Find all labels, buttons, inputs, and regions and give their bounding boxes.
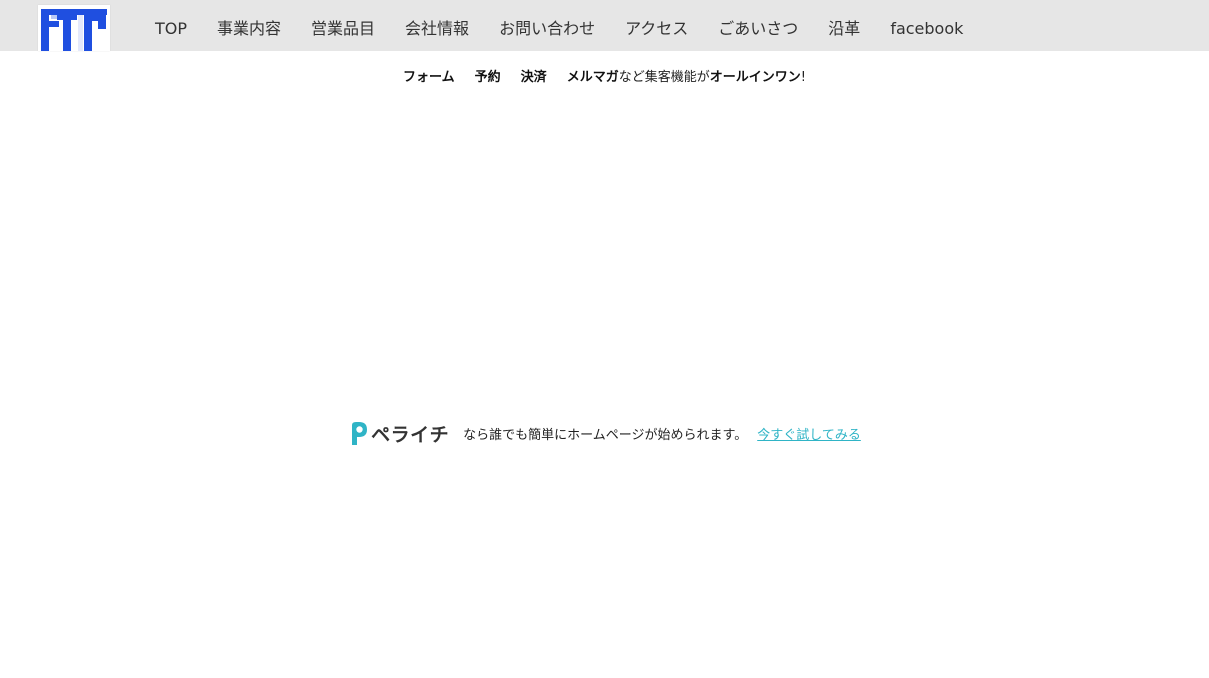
banner-payment: 決済	[520, 70, 547, 85]
nav-item-history[interactable]: 沿革	[813, 20, 875, 37]
banner-allinone: オールインワン	[709, 70, 801, 85]
nav-item-business[interactable]: 事業内容	[202, 20, 296, 37]
nav-item-products[interactable]: 営業品目	[296, 20, 390, 37]
promo-text: なら誰でも簡単にホームページが始められます。	[463, 428, 748, 443]
banner-end: !	[800, 70, 806, 85]
nav-item-access[interactable]: アクセス	[610, 20, 703, 37]
nav-item-top[interactable]: TOP	[140, 20, 202, 37]
nav-item-company-info[interactable]: 会社情報	[390, 20, 484, 37]
banner-form: フォーム	[403, 70, 455, 85]
nav-item-greeting[interactable]: ごあいさつ	[703, 20, 813, 37]
banner-middle-text: など集客機能が	[618, 70, 710, 85]
peraichi-logo[interactable]: ペライチ	[348, 420, 449, 447]
peraichi-promo: ペライチ なら誰でも簡単にホームページが始められます。 今すぐ試してみる	[0, 420, 1209, 447]
nav-item-contact[interactable]: お問い合わせ	[484, 20, 610, 37]
main-nav: TOP 事業内容 営業品目 会社情報 お問い合わせ アクセス ごあいさつ 沿革 …	[140, 0, 978, 51]
feature-banner: フォーム 予約 決済 メルマガなど集客機能がオールインワン!	[0, 69, 1209, 87]
try-now-link[interactable]: 今すぐ試してみる	[757, 424, 861, 443]
banner-reserve: 予約	[474, 70, 501, 85]
ftc-logo-icon	[38, 5, 110, 51]
peraichi-brand: ペライチ	[371, 424, 450, 446]
peraichi-p-icon	[352, 421, 368, 445]
nav-item-facebook[interactable]: facebook	[875, 20, 978, 37]
top-navigation-bar: TOP 事業内容 営業品目 会社情報 お問い合わせ アクセス ごあいさつ 沿革 …	[0, 0, 1209, 51]
banner-mailmag: メルマガ	[566, 70, 619, 85]
company-logo[interactable]	[38, 5, 110, 51]
